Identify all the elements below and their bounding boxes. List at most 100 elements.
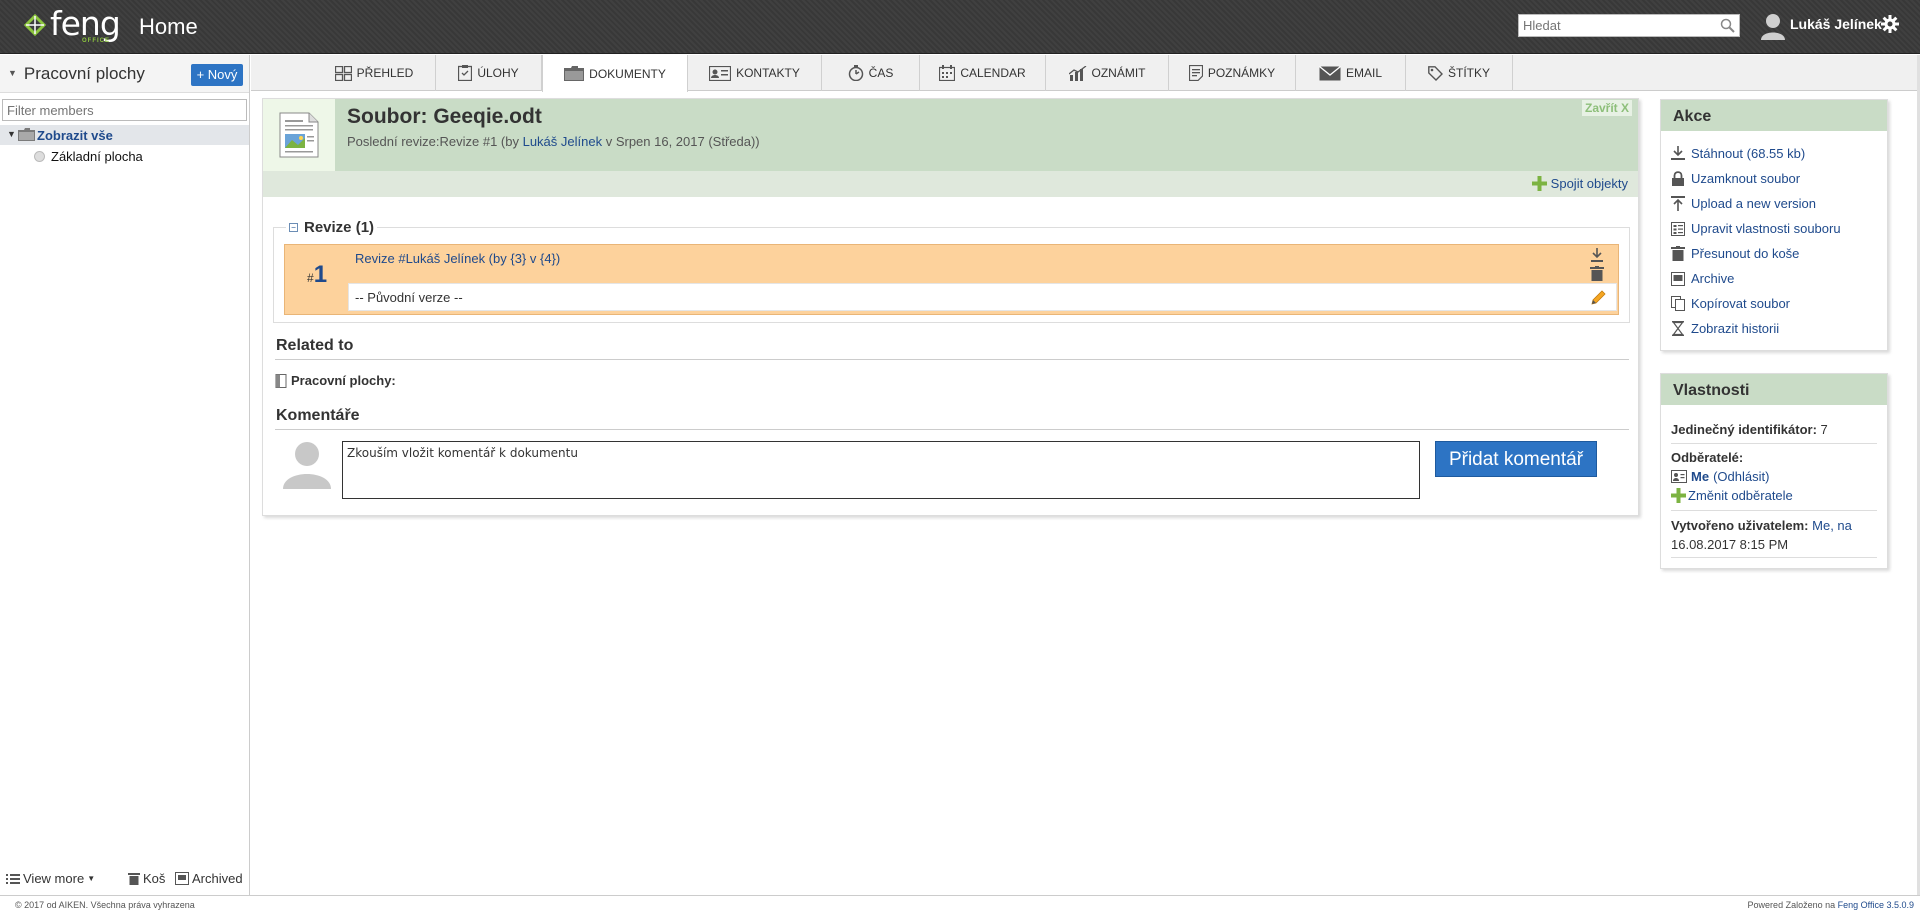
plus-icon [1671,488,1686,503]
collapse-minus-icon[interactable]: − [289,223,298,232]
related-to-title: Related to [276,337,354,354]
tab-calendar[interactable]: CALENDAR [920,55,1046,91]
subscriber-item: Me (Odhlásit) [1671,469,1769,484]
view-more-link[interactable]: View more ▼ [6,871,95,886]
pencil-edit-icon[interactable] [1590,290,1606,306]
close-button[interactable]: Zavřít X [1581,100,1632,116]
subscriber-me-link[interactable]: Me [1691,469,1709,484]
dropdown-arrow-icon: ▼ [87,874,96,883]
action-show-history[interactable]: Zobrazit historii [1671,321,1779,336]
unique-id-value: 7 [1820,422,1828,437]
revisions-legend-text: Revize (1) [304,219,375,236]
revisions-legend[interactable]: − Revize (1) [286,219,378,236]
workspaces-title-text: Pracovní plochy [23,64,145,83]
page-title: Home [139,14,198,39]
logo-text: feng [50,4,121,43]
reports-icon [1068,65,1086,81]
comments-divider [275,429,1629,430]
created-by-link[interactable]: Me, na [1812,518,1852,533]
tab-tags-label: ŠTÍTKY [1447,66,1490,80]
calendar-icon [939,65,956,81]
workspaces-title[interactable]: ▼ Pracovní plochy [8,64,145,84]
document-thumbnail [263,99,335,171]
tree-expand-icon[interactable]: ▼ [7,129,16,139]
action-move-to-trash[interactable]: Přesunout do koše [1671,246,1799,261]
revision-title-link[interactable]: Revize #Lukáš Jelínek (by {3} v {4}) [355,251,560,266]
folder-icon [18,128,35,141]
logo-leaf-icon [23,13,47,37]
revision-comment: -- Původní verze -- [355,290,463,305]
tab-time[interactable]: ČAS [822,55,920,91]
archived-link[interactable]: Archived [175,871,243,886]
tab-reports[interactable]: OZNÁMIT [1046,55,1169,91]
feng-office-version-link[interactable]: Feng Office 3.5.0.9 [1838,900,1914,910]
powered-by: Powered Založeno na Feng Office 3.5.0.9 [1748,900,1914,910]
change-subscribers-label: Změnit odběratele [1688,488,1793,503]
action-archive[interactable]: Archive [1671,271,1734,286]
search-input[interactable] [1519,15,1709,36]
action-edit-properties[interactable]: Upravit vlastnosti souboru [1671,221,1841,236]
properties-title: Vlastnosti [1661,374,1887,405]
logo-subtext: OFFICE [82,38,110,44]
revision-prefix: Poslední revize:Revize #1 (by [347,134,523,149]
trash-link[interactable]: Koš [128,871,165,886]
view-more-label: View more [23,871,85,886]
download-icon[interactable] [1590,248,1604,263]
document-panel: Soubor: Geeqie.odt Poslední revize:Reviz… [262,98,1639,516]
search-icon[interactable] [1720,18,1735,33]
properties-panel: Vlastnosti Jedinečný identifikátor: 7 Od… [1660,373,1888,569]
collapse-triangle-icon[interactable]: ▼ [8,68,17,78]
tree-item-show-all[interactable]: ▼ Zobrazit vše [0,125,249,145]
copy-icon [1671,296,1685,311]
properties-divider [1671,557,1877,558]
lock-icon [1672,171,1684,186]
tab-documents[interactable]: DOKUMENTY [542,55,688,92]
properties-divider [1671,443,1877,444]
overview-icon [334,65,352,81]
filter-members-input[interactable] [2,99,247,121]
action-upload-version[interactable]: Upload a new version [1671,196,1816,211]
subscribers-label: Odběratelé: [1671,450,1743,465]
history-icon [1672,321,1684,336]
tab-overview[interactable]: PŘEHLED [313,55,436,91]
tab-tasks-label: ÚLOHY [477,66,519,80]
tab-contacts[interactable]: KONTAKTY [688,55,822,91]
contact-card-icon [1671,470,1687,483]
action-download[interactable]: Stáhnout (68.55 kb) [1671,146,1805,161]
tag-icon [1428,65,1443,81]
action-history-label: Zobrazit historii [1691,321,1780,336]
action-edit-properties-label: Upravit vlastnosti souboru [1691,221,1841,236]
feng-office-logo[interactable]: feng OFFICE [22,4,121,46]
unsubscribe-link[interactable]: (Odhlásit) [1713,469,1769,484]
page-footer: © 2017 od AIKEN. Všechna práva vyhrazena… [0,895,1920,914]
gear-icon[interactable] [1881,15,1899,33]
trash-icon[interactable] [1590,266,1604,281]
action-lock[interactable]: Uzamknout soubor [1671,171,1800,186]
tab-email[interactable]: EMAIL [1296,55,1406,91]
archive-icon [175,872,189,885]
user-avatar-icon[interactable] [1760,12,1786,40]
workspaces-footer: View more ▼ Koš Archived [0,867,249,891]
workspaces-panel: ▼ Pracovní plochy + Nový ▼ Zobrazit vše Z… [0,55,250,895]
tab-documents-label: DOKUMENTY [589,66,666,81]
add-comment-button[interactable]: Přidat komentář [1435,441,1597,477]
powered-by-prefix: Powered Založeno na [1747,900,1838,910]
contacts-icon [709,65,732,81]
tab-reports-label: OZNÁMIT [1091,66,1146,80]
tab-tasks[interactable]: ÚLOHY [436,55,542,91]
subscribers-label-text: Odběratelé: [1671,450,1744,465]
tab-notes-label: POZNÁMKY [1207,66,1276,80]
revision-number: #1 [307,261,327,289]
created-date: 16.08.2017 8:15 PM [1671,537,1789,552]
revision-author-link[interactable]: Lukáš Jelínek [523,134,603,149]
tab-notes[interactable]: POZNÁMKY [1169,55,1296,91]
comment-avatar-icon [283,442,331,489]
user-name[interactable]: Lukáš Jelínek [1790,16,1882,32]
tab-tags[interactable]: ŠTÍTKY [1406,55,1513,91]
created-by: Vytvořeno uživatelem: Me, na [1671,518,1852,533]
action-copy-file[interactable]: Kopírovat soubor [1671,296,1790,311]
new-workspace-button[interactable]: + Nový [191,64,243,86]
connect-objects-link[interactable]: Spojit objekty [1531,176,1628,191]
comment-input[interactable]: Zkouším vložit komentář k dokumentu [342,441,1420,499]
change-subscribers-link[interactable]: Změnit odběratele [1671,488,1793,503]
